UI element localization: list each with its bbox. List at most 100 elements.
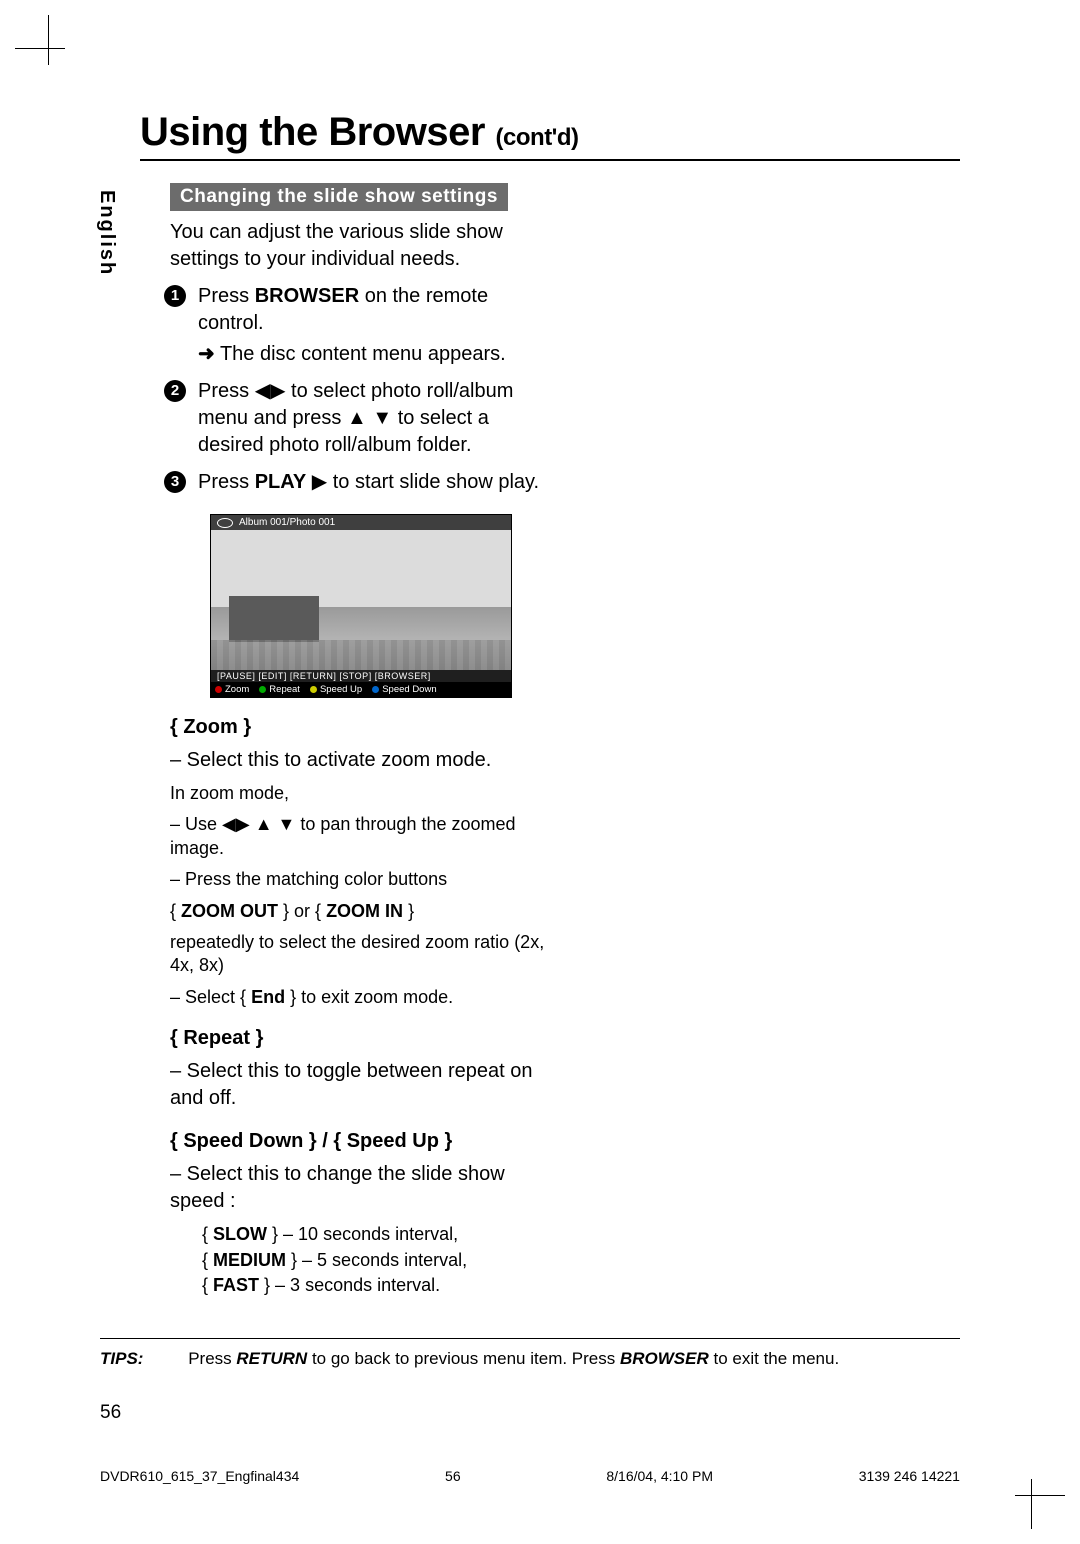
tips-return: RETURN	[236, 1349, 307, 1368]
zoom-line3: – Use ◀▶ ▲ ▼ to pan through the zoomed i…	[170, 813, 550, 860]
tips-c: to go back to previous menu item. Press	[307, 1349, 620, 1368]
zoom-line1: – Select this to activate zoom mode.	[170, 747, 550, 774]
yellow-dot-icon	[310, 686, 317, 693]
crop-mark	[15, 48, 65, 49]
t: {	[202, 1275, 213, 1295]
zoom-details: In zoom mode, – Use ◀▶ ▲ ▼ to pan throug…	[170, 782, 550, 1009]
osd-control-row-1: [PAUSE] [EDIT] [RETURN] [STOP] [BROWSER]	[211, 670, 511, 682]
footer-code: 3139 246 14221	[859, 1468, 960, 1484]
speed-medium: { MEDIUM } – 5 seconds interval,	[202, 1249, 550, 1272]
step1-result: The disc content menu appears.	[220, 343, 506, 365]
footer-date: 8/16/04, 4:10 PM	[606, 1468, 713, 1484]
end-label: End	[251, 987, 285, 1007]
osd-speeddown: Speed Down	[372, 684, 436, 695]
osd-repeat-label: Repeat	[269, 684, 300, 695]
medium-label: MEDIUM	[213, 1250, 286, 1270]
content-area: Using the Browser (cont'd) Changing the …	[140, 110, 960, 1299]
crop-mark	[1015, 1495, 1065, 1496]
fast-label: FAST	[213, 1275, 259, 1295]
osd-zoom-label: Zoom	[225, 684, 249, 695]
up-down-arrows-icon: ▲ ▼	[347, 407, 392, 429]
zoom-out-label: ZOOM OUT	[181, 901, 278, 921]
disc-icon	[217, 518, 233, 528]
step3-bold: PLAY	[255, 471, 307, 493]
page-number: 56	[100, 1402, 121, 1424]
osd-header: Album 001/Photo 001	[211, 515, 511, 530]
play-icon: ▶	[312, 471, 327, 493]
step1-text-a: Press	[198, 285, 255, 307]
t: } or {	[278, 901, 326, 921]
t: } to exit zoom mode.	[285, 987, 453, 1007]
title-suffix: (cont'd)	[496, 124, 579, 151]
title-main: Using the Browser	[140, 110, 485, 154]
tips-e: to exit the menu.	[709, 1349, 839, 1368]
repeat-line1: – Select this to toggle between repeat o…	[170, 1058, 550, 1112]
step-number-icon: 1	[164, 285, 186, 307]
osd-repeat: Repeat	[259, 684, 300, 695]
t: } – 10 seconds interval,	[267, 1224, 458, 1244]
osd-speedup: Speed Up	[310, 684, 362, 695]
t: }	[403, 901, 414, 921]
osd-frame: Album 001/Photo 001 [PAUSE] [EDIT] [RETU…	[210, 514, 512, 698]
crop-mark	[48, 15, 49, 65]
osd-screenshot: Album 001/Photo 001 [PAUSE] [EDIT] [RETU…	[210, 514, 550, 698]
speed-slow: { SLOW } – 10 seconds interval,	[202, 1223, 550, 1246]
section-heading: Changing the slide show settings	[170, 183, 508, 211]
step2-text-a: Press	[198, 380, 255, 402]
zoom-line6: repeatedly to select the desired zoom ra…	[170, 931, 550, 978]
osd-zoom: Zoom	[215, 684, 249, 695]
zoom-line5: { ZOOM OUT } or { ZOOM IN }	[170, 900, 550, 923]
main-column: Changing the slide show settings You can…	[170, 183, 550, 1297]
step-number-icon: 2	[164, 380, 186, 402]
speed-heading: { Speed Down } / { Speed Up }	[170, 1130, 550, 1153]
zoom-in-label: ZOOM IN	[326, 901, 403, 921]
crop-mark	[1031, 1479, 1032, 1529]
intro-text: You can adjust the various slide show se…	[170, 219, 550, 273]
t: } – 3 seconds interval.	[259, 1275, 440, 1295]
manual-page: English Using the Browser (cont'd) Chang…	[0, 0, 1080, 1544]
green-dot-icon	[259, 686, 266, 693]
osd-speedup-label: Speed Up	[320, 684, 362, 695]
arrow-right-icon: ➜	[198, 343, 215, 365]
repeat-heading: { Repeat }	[170, 1027, 550, 1050]
language-tab: English	[95, 190, 118, 276]
t: – Select {	[170, 987, 251, 1007]
step-3: 3 Press PLAY ▶ to start slide show play.	[170, 469, 550, 496]
slow-label: SLOW	[213, 1224, 267, 1244]
zoom-line4: – Press the matching color buttons	[170, 868, 550, 891]
tips-browser: BROWSER	[620, 1349, 709, 1368]
step1-bold: BROWSER	[255, 285, 359, 307]
step3-text-a: Press	[198, 471, 255, 493]
t: } – 5 seconds interval,	[286, 1250, 467, 1270]
title-rule	[140, 159, 960, 161]
footer-page: 56	[445, 1468, 461, 1484]
step-number-icon: 3	[164, 471, 186, 493]
speed-fast: { FAST } – 3 seconds interval.	[202, 1274, 550, 1297]
speed-line1: – Select this to change the slide show s…	[170, 1161, 550, 1215]
tips-a: Press	[188, 1349, 236, 1368]
print-footer: DVDR610_615_37_Engfinal434 56 8/16/04, 4…	[100, 1468, 960, 1484]
red-dot-icon	[215, 686, 222, 693]
t: {	[170, 901, 181, 921]
zoom-line7: – Select { End } to exit zoom mode.	[170, 986, 550, 1009]
zoom-line2: In zoom mode,	[170, 782, 550, 805]
blue-dot-icon	[372, 686, 379, 693]
speed-options: { SLOW } – 10 seconds interval, { MEDIUM…	[170, 1223, 550, 1297]
osd-header-text: Album 001/Photo 001	[239, 517, 335, 528]
osd-speeddown-label: Speed Down	[382, 684, 436, 695]
t: {	[202, 1224, 213, 1244]
tips-footer: TIPS: Press RETURN to go back to previou…	[100, 1338, 960, 1369]
footer-filename: DVDR610_615_37_Engfinal434	[100, 1468, 299, 1484]
zoom-line3a: – Use	[170, 814, 222, 834]
osd-control-row-2: Zoom Repeat Speed Up Speed Down	[211, 682, 511, 697]
left-right-arrows-icon: ◀▶	[255, 380, 286, 402]
step-2: 2 Press ◀▶ to select photo roll/album me…	[170, 378, 550, 459]
page-title: Using the Browser (cont'd)	[140, 110, 960, 155]
step3-text-c: to start slide show play.	[327, 471, 539, 493]
tips-label: TIPS:	[100, 1349, 143, 1368]
osd-image	[211, 530, 511, 670]
zoom-heading: { Zoom }	[170, 716, 550, 739]
t: {	[202, 1250, 213, 1270]
step-1: 1 Press BROWSER on the remote control. ➜…	[170, 283, 550, 368]
all-arrows-icon: ◀▶ ▲ ▼	[222, 814, 295, 834]
